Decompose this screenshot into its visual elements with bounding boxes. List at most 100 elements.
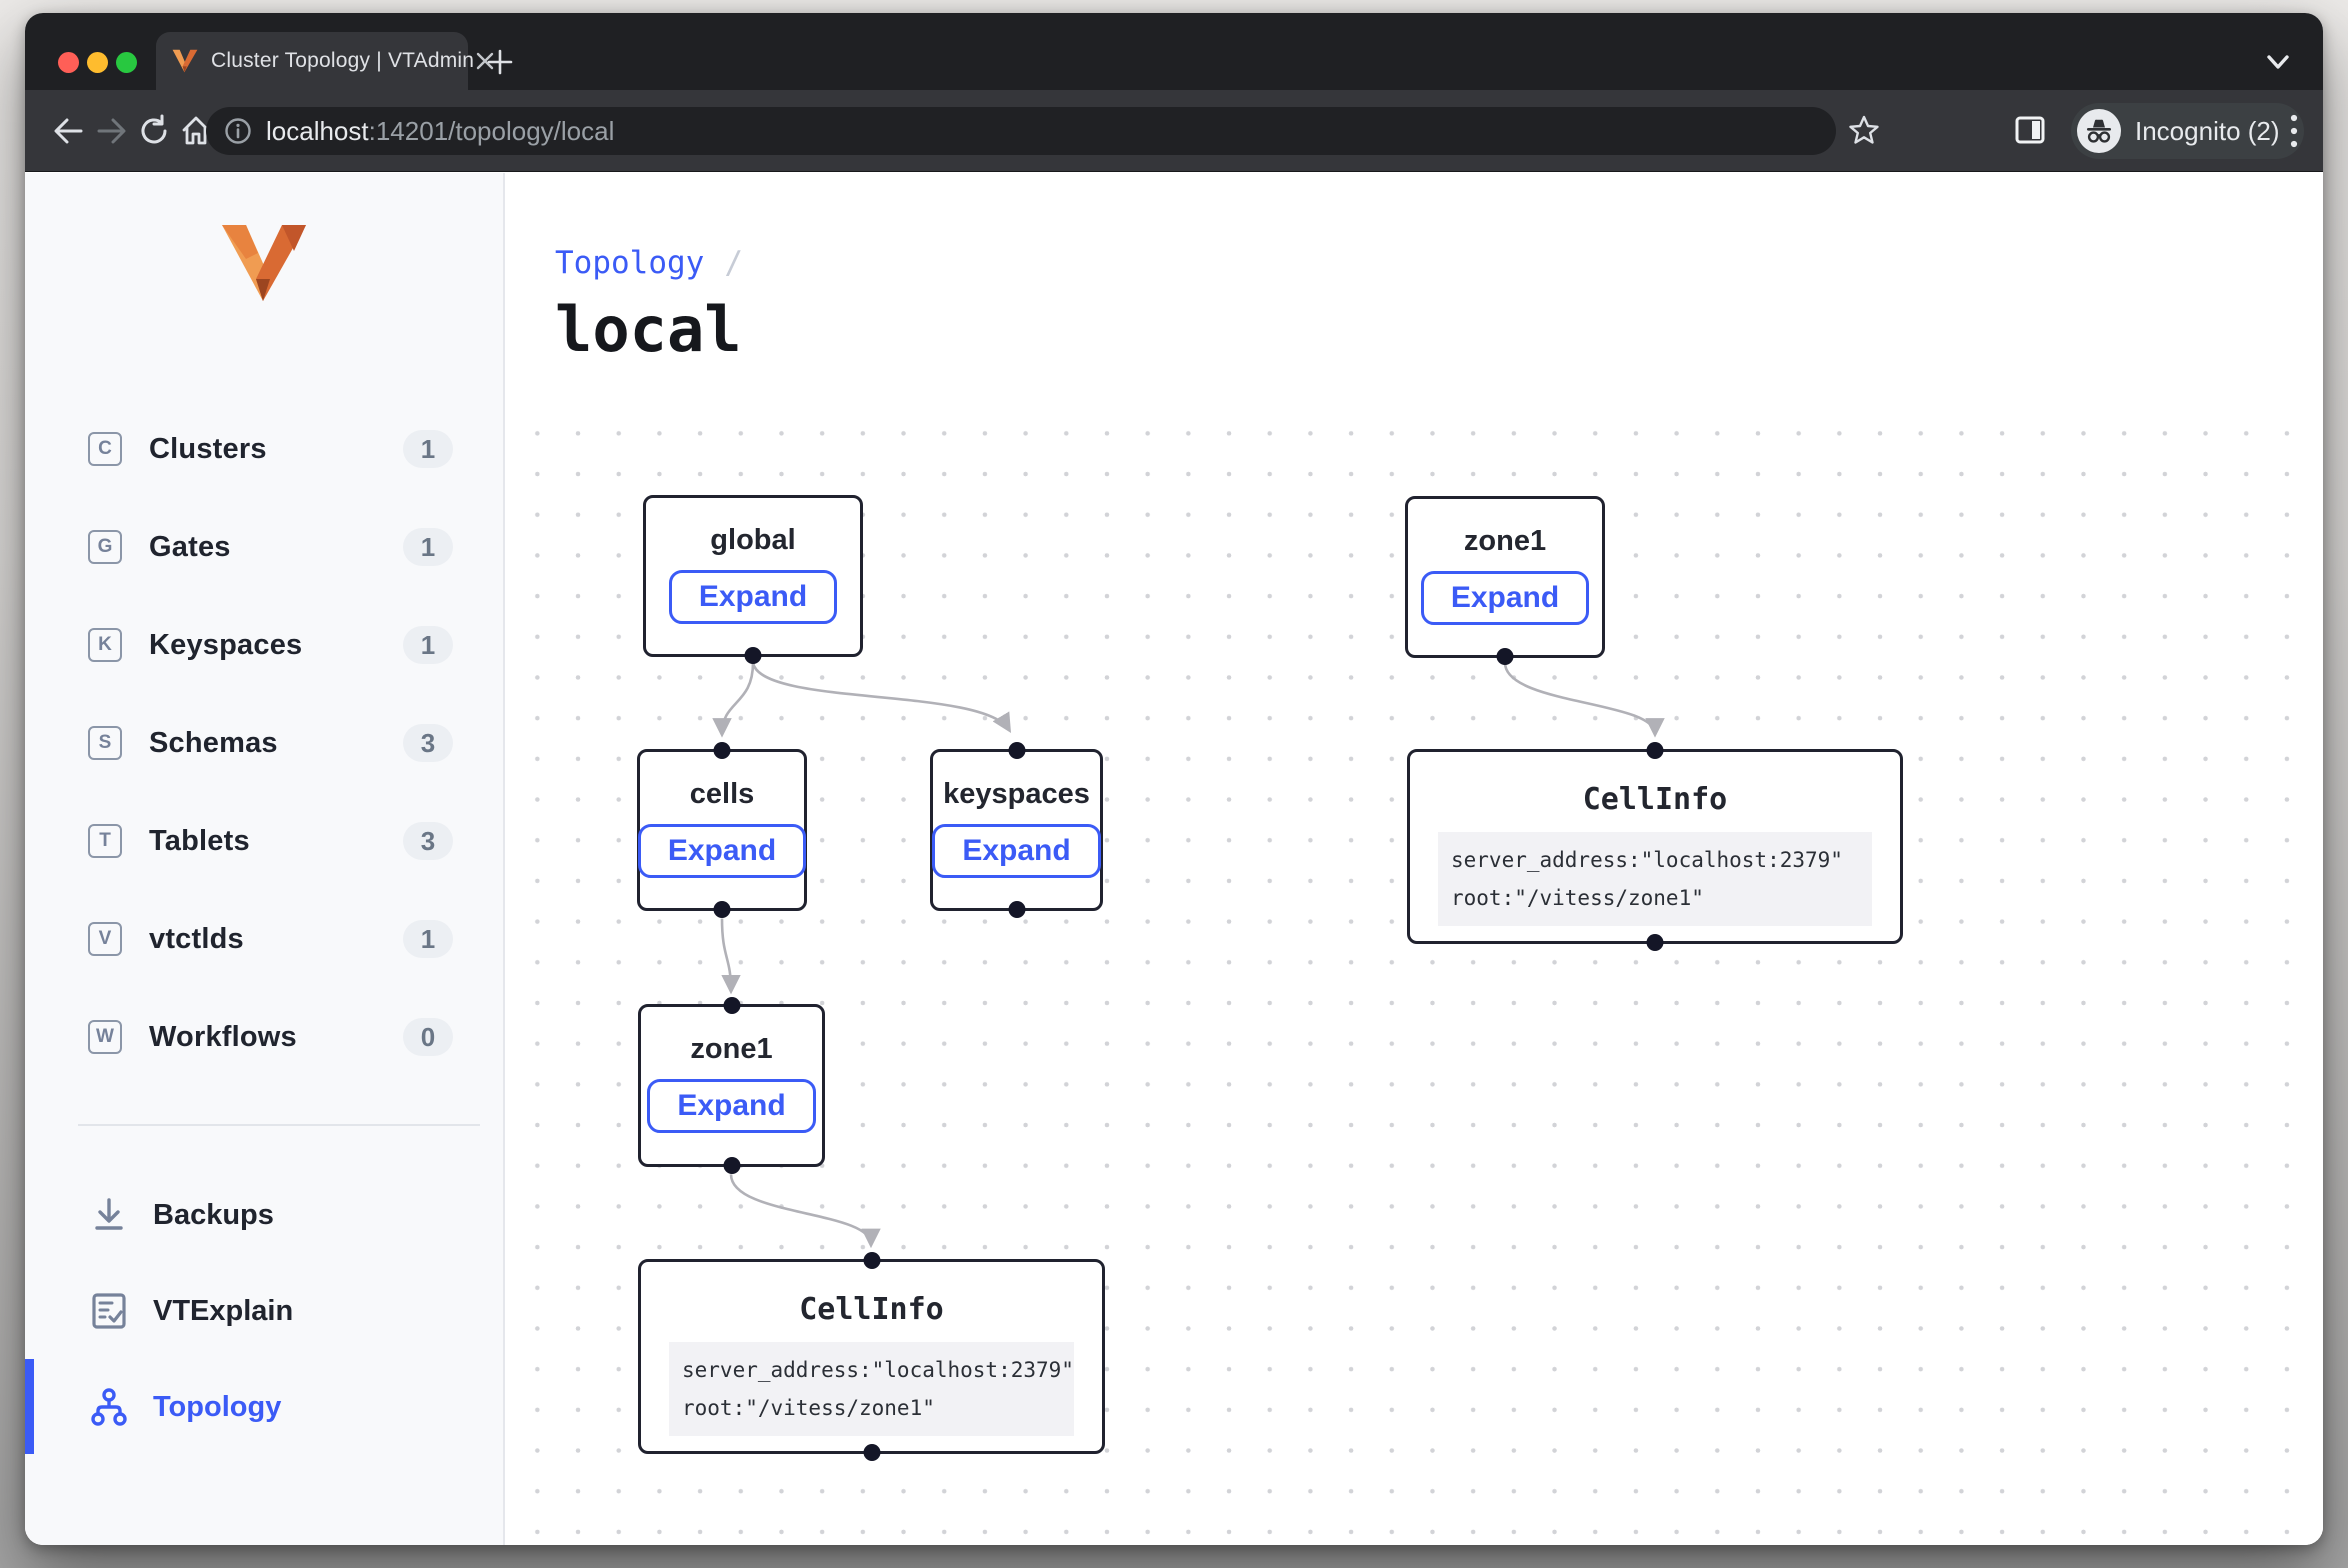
page-title: local	[555, 293, 742, 366]
node-global[interactable]: global Expand	[643, 495, 863, 657]
url-host: localhost	[266, 116, 369, 146]
active-nav-indicator	[25, 1359, 34, 1454]
new-tab-button[interactable]	[483, 45, 517, 79]
browser-window: Cluster Topology | VTAdmin	[25, 13, 2323, 1545]
page-content: C Clusters 1 G Gates 1 K Keyspaces 1 S S…	[25, 173, 2323, 1545]
clusters-letter-icon: C	[88, 432, 122, 466]
sidebar-item-schemas[interactable]: S Schemas 3	[25, 712, 503, 774]
edge-global-cells	[722, 663, 753, 734]
node-handle	[745, 647, 762, 664]
topology-main: Topology / local	[505, 173, 2323, 1545]
browser-tab[interactable]: Cluster Topology | VTAdmin	[156, 32, 468, 90]
node-zone1-top[interactable]: zone1 Expand	[1405, 496, 1605, 658]
vitess-logo	[220, 223, 308, 303]
sidebar-item-keyspaces[interactable]: K Keyspaces 1	[25, 614, 503, 676]
node-cellinfo-right[interactable]: CellInfo server_address:"localhost:2379"…	[1407, 749, 1903, 944]
code-line: server_address:"localhost:2379"	[1451, 841, 1859, 879]
tablets-letter-icon: T	[88, 824, 122, 858]
keyspaces-letter-icon: K	[88, 628, 122, 662]
window-minimize-button[interactable]	[87, 52, 108, 73]
sidebar-item-clusters[interactable]: C Clusters 1	[25, 418, 503, 480]
sidebar-item-backups[interactable]: Backups	[25, 1184, 503, 1246]
url-text: localhost:14201/topology/local	[266, 116, 614, 147]
expand-button[interactable]: Expand	[669, 570, 837, 624]
node-handle	[863, 1252, 880, 1269]
code-line: server_address:"localhost:2379"	[682, 1351, 1061, 1389]
node-title: zone1	[690, 1033, 772, 1066]
download-icon	[88, 1194, 130, 1236]
node-zone1-lower[interactable]: zone1 Expand	[638, 1004, 825, 1167]
url-path: :14201/topology/local	[369, 116, 615, 146]
breadcrumb-separator: /	[724, 245, 743, 281]
expand-button[interactable]: Expand	[638, 824, 806, 878]
expand-button[interactable]: Expand	[1421, 571, 1589, 625]
node-title: CellInfo	[799, 1292, 944, 1327]
tablets-count-badge: 3	[403, 822, 453, 860]
window-close-button[interactable]	[58, 52, 79, 73]
node-cells[interactable]: cells Expand	[637, 749, 807, 911]
node-cellinfo-bottom[interactable]: CellInfo server_address:"localhost:2379"…	[638, 1259, 1105, 1454]
node-handle	[1647, 934, 1664, 951]
node-handle	[723, 997, 740, 1014]
node-title: global	[710, 524, 795, 557]
edge-zone1-cellinfo-bottom	[731, 1174, 871, 1244]
breadcrumb: Topology /	[555, 245, 743, 281]
incognito-profile-badge[interactable]: Incognito (2)	[2071, 103, 2304, 159]
back-icon[interactable]	[51, 114, 85, 148]
sidebar-item-gates[interactable]: G Gates 1	[25, 516, 503, 578]
vtadmin-sidebar: C Clusters 1 G Gates 1 K Keyspaces 1 S S…	[25, 173, 505, 1545]
document-check-icon	[88, 1290, 130, 1332]
sidebar-item-vtctlds[interactable]: V vtctlds 1	[25, 908, 503, 970]
clusters-count-badge: 1	[403, 430, 453, 468]
keyspaces-count-badge: 1	[403, 626, 453, 664]
address-bar[interactable]: localhost:14201/topology/local	[206, 107, 1836, 155]
node-handle	[1008, 901, 1025, 918]
cellinfo-code: server_address:"localhost:2379" root:"/v…	[1438, 832, 1872, 926]
schemas-letter-icon: S	[88, 726, 122, 760]
edge-zone1-cellinfo	[1505, 663, 1655, 734]
expand-button[interactable]: Expand	[932, 824, 1100, 878]
node-handle	[714, 901, 731, 918]
vtctlds-letter-icon: V	[88, 922, 122, 956]
node-keyspaces[interactable]: keyspaces Expand	[930, 749, 1103, 911]
schemas-count-badge: 3	[403, 724, 453, 762]
edge-cells-zone1	[722, 919, 731, 991]
vitess-favicon-icon	[172, 48, 198, 74]
node-handle	[1008, 742, 1025, 759]
topology-icon	[88, 1386, 130, 1428]
node-title: zone1	[1464, 525, 1546, 558]
node-title: cells	[690, 778, 755, 811]
expand-button[interactable]: Expand	[647, 1079, 815, 1133]
cellinfo-code: server_address:"localhost:2379" root:"/v…	[669, 1342, 1074, 1436]
tab-search-chevron-icon[interactable]	[2263, 49, 2293, 75]
tab-title: Cluster Topology | VTAdmin	[211, 49, 474, 73]
node-handle	[863, 1444, 880, 1461]
sidebar-item-tablets[interactable]: T Tablets 3	[25, 810, 503, 872]
breadcrumb-topology-link[interactable]: Topology	[555, 245, 704, 281]
browser-menu-icon[interactable]	[2287, 112, 2301, 150]
forward-icon[interactable]	[95, 114, 129, 148]
bookmark-star-icon[interactable]	[1847, 113, 1881, 147]
sidebar-item-workflows[interactable]: W Workflows 0	[25, 1006, 503, 1068]
vtctlds-count-badge: 1	[403, 920, 453, 958]
node-handle	[1647, 742, 1664, 759]
workflows-letter-icon: W	[88, 1020, 122, 1054]
sidebar-item-topology[interactable]: Topology	[25, 1376, 503, 1438]
sidebar-item-vtexplain[interactable]: VTExplain	[25, 1280, 503, 1342]
site-info-icon[interactable]	[224, 117, 252, 145]
sidebar-divider	[78, 1124, 480, 1126]
browser-toolbar: localhost:14201/topology/local Incognito…	[25, 90, 2323, 172]
side-panel-icon[interactable]	[2013, 113, 2047, 147]
topology-canvas[interactable]: global Expand zone1 Expand cells Expand	[505, 405, 2323, 1545]
node-title: keyspaces	[943, 778, 1090, 811]
edge-global-keyspaces	[753, 663, 1009, 730]
reload-icon[interactable]	[137, 114, 171, 148]
code-line: root:"/vitess/zone1"	[1451, 879, 1859, 917]
gates-letter-icon: G	[88, 530, 122, 564]
gates-count-badge: 1	[403, 528, 453, 566]
window-zoom-button[interactable]	[116, 52, 137, 73]
incognito-label: Incognito (2)	[2135, 116, 2280, 147]
incognito-icon	[2077, 109, 2121, 153]
workflows-count-badge: 0	[403, 1018, 453, 1056]
code-line: root:"/vitess/zone1"	[682, 1389, 1061, 1427]
